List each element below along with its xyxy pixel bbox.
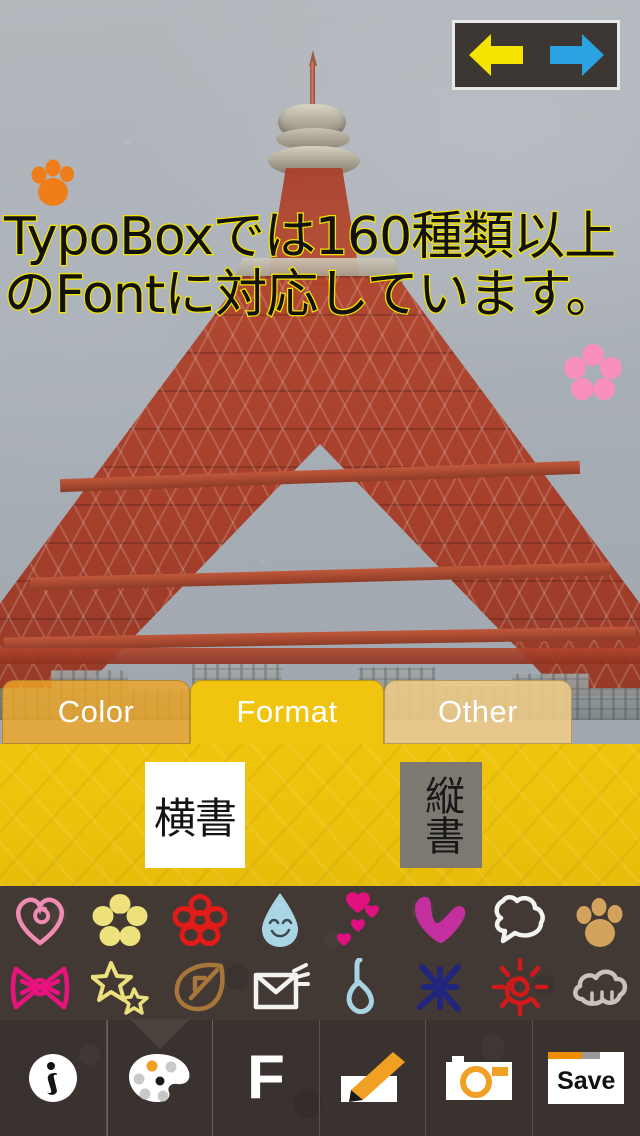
tool-draw[interactable] [320, 1020, 427, 1136]
heart-big-icon [415, 896, 466, 943]
sticker-envelope[interactable] [240, 953, 320, 1020]
sticker-ribbon-bow[interactable] [0, 953, 80, 1020]
camera-icon [446, 1056, 513, 1100]
hearts-trail-icon [337, 891, 379, 946]
paw-print-icon [576, 897, 623, 947]
bow-icon [10, 966, 70, 1009]
forward-button[interactable] [546, 30, 608, 80]
tool-camera[interactable] [426, 1020, 533, 1136]
sticker-sparkle-cross[interactable] [400, 953, 480, 1020]
tab-format-label: Format [236, 694, 338, 729]
teardrop-loop-icon [346, 957, 374, 1014]
sun-spiral-icon [491, 957, 549, 1016]
format-panel: 横書 縦書 [0, 744, 640, 886]
placed-paw-print-sticker[interactable] [22, 148, 84, 215]
sticker-sun-spiral[interactable] [480, 953, 560, 1020]
format-horizontal-label: 横書 [153, 793, 237, 843]
flower-solid-icon [92, 893, 148, 946]
spiral-heart-icon [16, 897, 64, 946]
save-icon: Save [548, 1052, 625, 1104]
sticker-tray [0, 886, 640, 1020]
flower-outline-icon [172, 893, 228, 946]
sticker-cloud[interactable] [560, 953, 640, 1020]
save-tab-gray [582, 1052, 601, 1059]
tab-format[interactable]: Format [190, 680, 384, 744]
placed-flower-sticker[interactable] [562, 342, 624, 409]
sticker-paw-print[interactable] [560, 886, 640, 953]
tab-other-label: Other [437, 694, 519, 729]
tab-bar: Color Format Other [0, 680, 640, 744]
back-arrow-icon [468, 34, 523, 76]
save-label: Save [557, 1067, 616, 1095]
tool-save[interactable]: Save [533, 1020, 640, 1136]
sticker-teardrop-loop[interactable] [320, 953, 400, 1020]
stars-icon [91, 960, 149, 1015]
sticker-flower-red[interactable] [160, 886, 240, 953]
sticker-leaf[interactable] [160, 953, 240, 1020]
speech-bubble-icon [494, 894, 545, 943]
sticker-heart-big[interactable] [400, 886, 480, 953]
tool-font[interactable]: F [213, 1020, 320, 1136]
format-option-vertical[interactable]: 縦書 [400, 762, 482, 868]
tab-color-label: Color [57, 694, 135, 729]
sticker-water-drop[interactable] [240, 886, 320, 953]
forward-arrow-icon [549, 34, 604, 76]
paw-print-icon [31, 159, 74, 206]
leaf-icon [174, 962, 225, 1011]
tower-antenna [310, 62, 315, 108]
pen-icon [340, 1052, 405, 1102]
bottom-toolbar: F Save [0, 1020, 640, 1136]
palette-icon [128, 1054, 190, 1102]
flower-icon [564, 344, 622, 400]
tower-base-band [0, 648, 640, 664]
sticker-grid [0, 886, 640, 1020]
panel-texture [0, 744, 640, 886]
navigation-arrow-box [452, 20, 620, 90]
cloud-icon [573, 969, 628, 1006]
info-icon [28, 1054, 77, 1102]
sticker-stars[interactable] [80, 953, 160, 1020]
tool-info[interactable] [0, 1020, 107, 1136]
app-root: TypoBoxでは160種類以上のFontに対応しています。 Color For… [0, 0, 640, 1136]
envelope-icon [253, 962, 310, 1009]
overlay-text[interactable]: TypoBoxでは160種類以上のFontに対応しています。 [3, 207, 638, 326]
tab-other[interactable]: Other [384, 680, 572, 744]
format-vertical-label: 縦書 [418, 775, 464, 855]
sticker-spiral-heart[interactable] [0, 886, 80, 953]
water-drop-face-icon [262, 892, 298, 947]
back-button[interactable] [465, 30, 527, 80]
font-icon: F [247, 1043, 285, 1112]
format-option-horizontal[interactable]: 横書 [145, 762, 245, 868]
sticker-speech-bubble[interactable] [480, 886, 560, 953]
sparkle-cross-icon [417, 963, 461, 1012]
tab-color[interactable]: Color [2, 680, 190, 744]
sticker-flower-yellow[interactable] [80, 886, 160, 953]
tool-color-palette[interactable] [106, 1020, 214, 1136]
sticker-hearts-trail[interactable] [320, 886, 400, 953]
save-tab-orange [548, 1052, 583, 1059]
